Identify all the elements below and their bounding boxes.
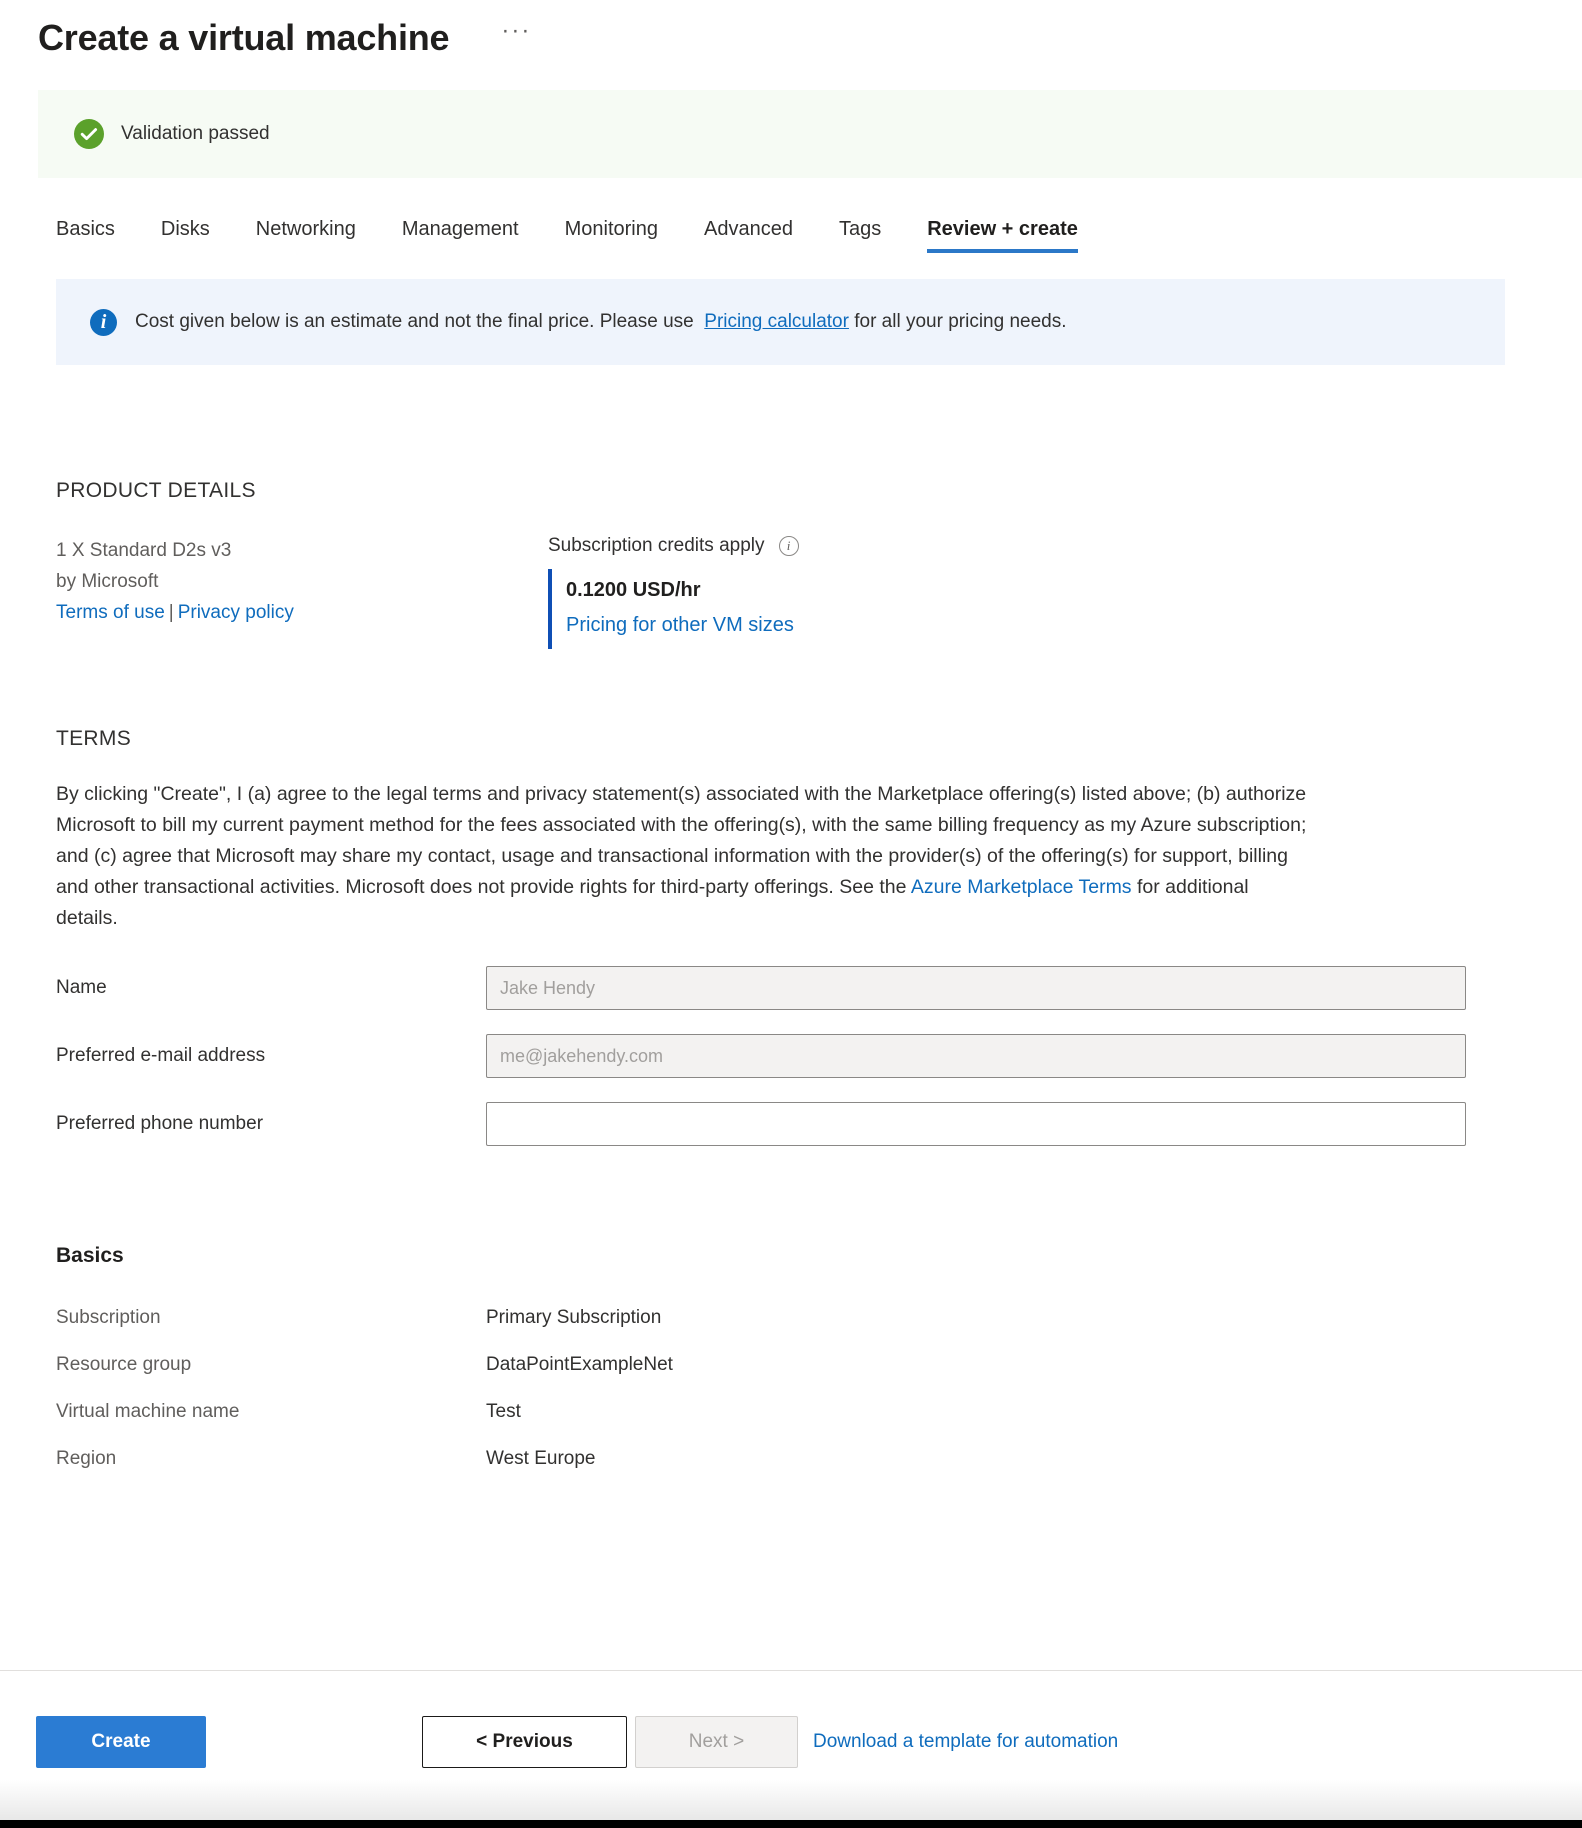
tab-review-create[interactable]: Review + create [927, 218, 1102, 253]
window-bottom-edge [0, 1820, 1582, 1828]
tab-networking[interactable]: Networking [256, 218, 380, 253]
summary-key: Subscription [56, 1307, 161, 1328]
summary-row-region: Region West Europe [56, 1435, 1522, 1482]
terms-heading: TERMS [56, 727, 131, 750]
info-banner-text: Cost given below is an estimate and not … [135, 309, 1067, 335]
price-value: 0.1200 USD/hr [566, 579, 701, 601]
pricing-other-vm-sizes-link[interactable]: Pricing for other VM sizes [566, 614, 794, 636]
pricing-calculator-link[interactable]: Pricing calculator [704, 311, 849, 332]
tab-tags[interactable]: Tags [839, 218, 905, 253]
tab-label: Disks [160, 218, 210, 240]
azure-marketplace-terms-link[interactable]: Azure Marketplace Terms [911, 876, 1132, 898]
create-button[interactable]: Create [36, 1715, 206, 1768]
download-template-link[interactable]: Download a template for automation [813, 1731, 1118, 1753]
summary-row-subscription: Subscription Primary Subscription [56, 1294, 1522, 1341]
price-block: 0.1200 USD/hr Pricing for other VM sizes [548, 569, 1522, 649]
tab-management[interactable]: Management [402, 218, 543, 253]
tab-label: Basics [56, 218, 115, 240]
product-publisher: by Microsoft [56, 571, 159, 592]
product-sku: 1 X Standard D2s v3 [56, 540, 232, 561]
terms-of-use-link[interactable]: Terms of use [56, 602, 165, 623]
privacy-policy-link[interactable]: Privacy policy [178, 602, 294, 623]
summary-row-vm-name: Virtual machine name Test [56, 1388, 1522, 1435]
name-label: Name [56, 977, 107, 998]
validation-message: Validation passed [121, 123, 270, 144]
product-legal-links: Terms of use | Privacy policy [56, 597, 548, 628]
page-title: Create a virtual machine [38, 17, 450, 58]
basics-heading: Basics [56, 1244, 124, 1267]
tab-monitoring[interactable]: Monitoring [565, 218, 682, 253]
summary-value: West Europe [486, 1448, 596, 1469]
summary-key: Region [56, 1448, 117, 1469]
name-input[interactable] [486, 966, 1466, 1010]
summary-row-resource-group: Resource group DataPointExampleNet [56, 1341, 1522, 1388]
wizard-action-bar: Create < Previous Next > Download a temp… [0, 1670, 1582, 1828]
form-row-email: Preferred e-mail address [56, 1034, 1522, 1078]
product-pricing: Subscription credits apply i 0.1200 USD/… [548, 535, 1522, 649]
contact-form: Name Preferred e-mail address Preferred … [56, 966, 1522, 1146]
wizard-tabs: Basics Disks Networking Management Monit… [56, 218, 1582, 253]
previous-button[interactable]: < Previous [422, 1715, 627, 1768]
email-label: Preferred e-mail address [56, 1045, 266, 1066]
check-circle-icon [74, 119, 104, 149]
tab-label: Networking [255, 218, 356, 240]
terms-body: By clicking "Create", I (a) agree to the… [56, 779, 1314, 934]
summary-value: DataPointExampleNet [486, 1354, 673, 1375]
more-options-icon[interactable]: ··· [501, 19, 531, 50]
validation-banner: Validation passed [38, 90, 1582, 178]
tab-label: Advanced [703, 218, 793, 240]
info-tooltip-icon[interactable]: i [778, 536, 799, 556]
summary-value: Primary Subscription [486, 1307, 662, 1328]
tab-disks[interactable]: Disks [161, 218, 234, 253]
next-button: Next > [635, 1715, 798, 1768]
phone-label: Preferred phone number [56, 1113, 264, 1134]
page-scroll-region: Create a virtual machine ··· Validation … [0, 0, 1582, 1670]
cost-estimate-info-banner: i Cost given below is an estimate and no… [56, 279, 1505, 365]
tab-label: Review + create [927, 218, 1078, 240]
product-details-heading: PRODUCT DETAILS [56, 479, 256, 502]
tab-label: Management [401, 218, 519, 240]
main-content: PRODUCT DETAILS 1 X Standard D2s v3 by M… [0, 479, 1582, 1482]
info-icon: i [90, 308, 117, 336]
page-header: Create a virtual machine ··· [0, 0, 1582, 60]
form-row-phone: Preferred phone number [56, 1102, 1522, 1146]
summary-key: Resource group [56, 1354, 192, 1375]
summary-key: Virtual machine name [56, 1401, 240, 1422]
tab-label: Tags [838, 218, 882, 240]
info-text-after: for all your pricing needs. [854, 311, 1067, 332]
tab-label: Monitoring [564, 218, 658, 240]
email-input[interactable] [486, 1034, 1466, 1078]
subscription-credits-label: Subscription credits apply [548, 535, 765, 556]
phone-input[interactable] [486, 1102, 1466, 1146]
form-row-name: Name [56, 966, 1522, 1010]
product-identity: 1 X Standard D2s v3 by Microsoft Terms o… [56, 535, 548, 649]
basics-summary-table: Subscription Primary Subscription Resour… [56, 1294, 1522, 1482]
product-details-section: 1 X Standard D2s v3 by Microsoft Terms o… [56, 535, 1522, 649]
tab-basics[interactable]: Basics [56, 218, 139, 253]
tab-advanced[interactable]: Advanced [704, 218, 817, 253]
summary-value: Test [486, 1401, 521, 1422]
subscription-credits-row: Subscription credits apply i [548, 535, 1522, 557]
link-separator: | [168, 602, 174, 623]
info-text-before: Cost given below is an estimate and not … [135, 311, 694, 332]
